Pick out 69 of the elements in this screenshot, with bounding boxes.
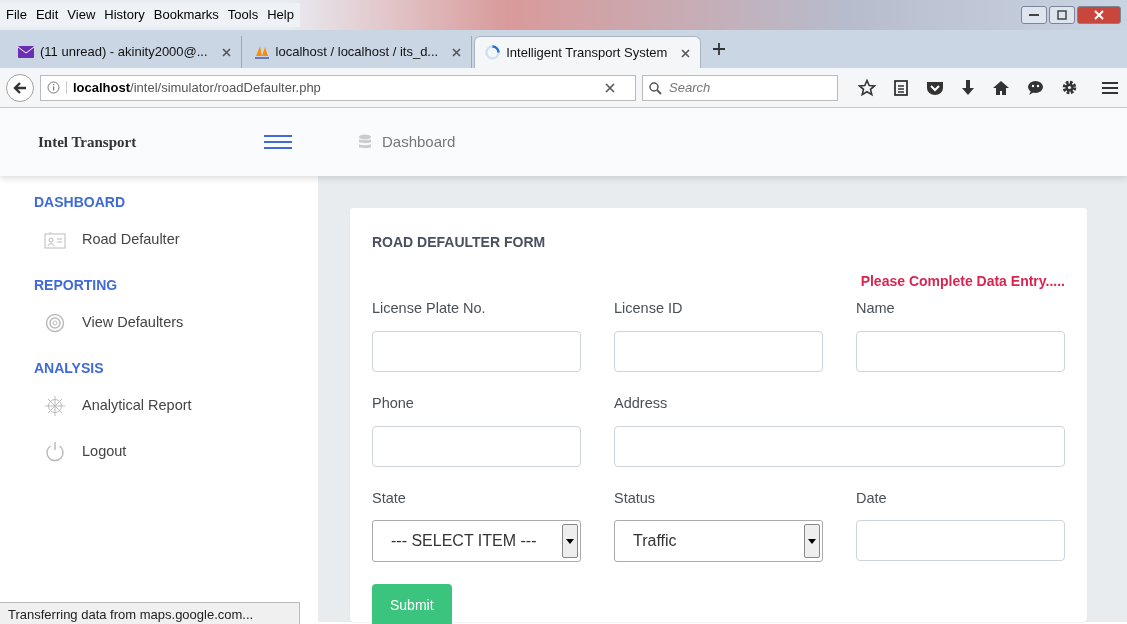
clear-icon[interactable] (605, 82, 615, 93)
address-bar[interactable]: localhost/intel/simulator/roadDefaulter.php (40, 74, 636, 101)
select-field[interactable]: Traffic (614, 520, 823, 563)
dropdown-arrow-icon[interactable] (566, 538, 574, 544)
field-label: Name (856, 299, 896, 318)
info-icon[interactable] (47, 81, 60, 94)
restore-button[interactable] (1049, 6, 1075, 24)
chat-icon[interactable] (1027, 79, 1044, 96)
field-label: Phone (372, 393, 415, 413)
field-label: Date (856, 488, 888, 508)
field-label: Address (614, 393, 669, 413)
close-icon[interactable] (681, 48, 691, 58)
input-field[interactable] (856, 330, 1065, 372)
close-button[interactable] (1077, 6, 1121, 24)
input-field[interactable] (614, 425, 1065, 467)
menu-item[interactable]: File (6, 5, 27, 25)
sidebar-item[interactable]: View Defaulters (0, 311, 318, 334)
input-field[interactable] (372, 425, 581, 467)
dropdown-arrow-icon[interactable] (808, 538, 816, 544)
sidebar-item[interactable]: Logout (0, 440, 318, 463)
pocket-icon[interactable] (926, 79, 944, 96)
form-title: ROAD DEFAULTER FORM (372, 233, 547, 252)
field-label: License ID (614, 299, 684, 318)
browser-tab[interactable]: Intelligent Transport System (474, 36, 702, 68)
menu-item[interactable]: Edit (35, 5, 59, 25)
loading-icon (485, 45, 501, 60)
ship-wheel-icon (44, 394, 66, 417)
target-icon (44, 312, 66, 333)
close-icon[interactable] (452, 48, 462, 58)
bookmark-star-icon[interactable] (858, 78, 876, 97)
section-heading: DASHBOARD (33, 193, 126, 212)
close-icon[interactable] (221, 48, 231, 58)
input-field[interactable] (372, 330, 581, 372)
select-field[interactable]: --- SELECT ITEM --- (372, 520, 581, 563)
menu-item[interactable]: Help (267, 5, 294, 25)
back-arrow-icon[interactable] (13, 80, 27, 95)
home-icon[interactable] (992, 79, 1010, 96)
section-heading: REPORTING (33, 275, 119, 295)
sailboat-icon (253, 44, 270, 60)
sidebar-item[interactable]: Analytical Report (0, 394, 318, 417)
url-text: localhost/intel/simulator/roadDefaulter.php (73, 78, 321, 97)
input-field[interactable] (614, 330, 823, 372)
power-icon (44, 440, 66, 463)
reading-list-icon[interactable] (893, 78, 909, 97)
menu-icon[interactable] (1101, 79, 1119, 96)
section-heading: ANALYSIS (33, 358, 105, 378)
menu-item[interactable]: View (67, 5, 96, 25)
gear-icon[interactable] (1061, 79, 1078, 96)
validation-message: Please Complete Data Entry..... (859, 272, 1065, 291)
field-label: State (372, 488, 407, 508)
download-icon[interactable] (961, 79, 975, 96)
brand-name: Intel Transport (38, 132, 137, 152)
mail-icon (18, 46, 34, 58)
back-button[interactable] (6, 73, 34, 102)
id-card-icon (44, 230, 66, 249)
minimize-button[interactable] (1021, 6, 1047, 24)
status-bar: Transferring data from maps.google.com... (0, 602, 300, 624)
breadcrumb-link[interactable]: Dashboard (382, 130, 456, 154)
search-field[interactable]: Search (642, 74, 838, 101)
field-label: Status (614, 488, 657, 508)
menu-item[interactable]: History (104, 5, 145, 25)
input-field[interactable] (856, 520, 1065, 562)
restore-icon[interactable] (1057, 10, 1067, 20)
minimize-icon[interactable] (1029, 13, 1039, 17)
sidebar-item[interactable]: Road Defaulter (0, 229, 318, 251)
menu-item[interactable]: Bookmarks (153, 5, 219, 25)
menu-item[interactable]: Tools (227, 5, 259, 25)
database-icon (358, 134, 372, 150)
field-label: License Plate No. (372, 299, 487, 318)
